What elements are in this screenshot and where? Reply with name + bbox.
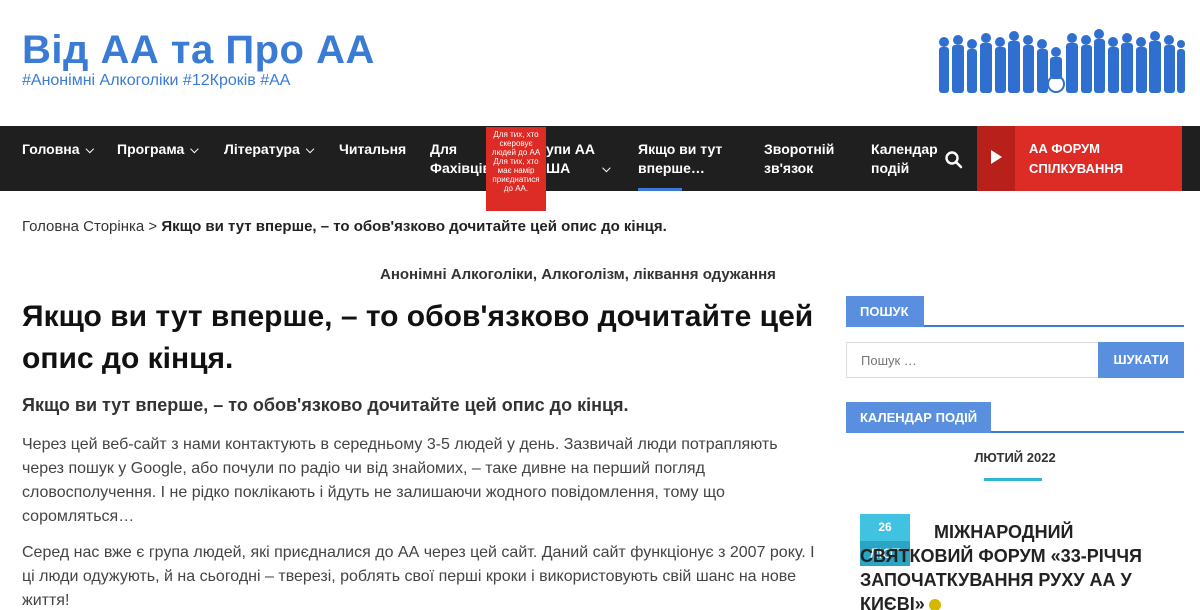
crowd-silhouette-logo xyxy=(939,29,1185,93)
nav-item-professionals[interactable]: Для Фахівців xyxy=(430,126,491,191)
breadcrumb-separator: > xyxy=(144,218,162,235)
nav-item-program[interactable]: Програма ⌵ xyxy=(117,126,199,191)
event-title-link[interactable]: МІЖНАРОДНИЙ СВЯТКОВИЙ ФОРУМ «33-РІЧЧЯ ЗА… xyxy=(860,520,1160,610)
search-widget-heading: ПОШУК xyxy=(846,296,1184,327)
chevron-down-icon: ⌵ xyxy=(190,144,199,156)
calendar-widget-heading: КАЛЕНДАР ПОДІЙ xyxy=(846,402,1184,433)
calendar-month: ЛЮТИЙ 2022 xyxy=(974,450,1056,465)
nav-item-events-calendar[interactable]: Календар подій xyxy=(871,126,938,191)
play-box xyxy=(977,126,1015,191)
article-paragraph: Через цей веб-сайт з нами контактують в … xyxy=(22,436,778,525)
nav-item-aa-groups-usa[interactable]: упи АА ША ⌵ xyxy=(546,126,611,191)
chevron-down-icon: ⌵ xyxy=(602,163,611,175)
site-header: Від АА та Про АА #Анонімні Алкоголіки #1… xyxy=(0,0,1200,126)
event-status-dot xyxy=(928,599,941,610)
chevron-down-icon: ⌵ xyxy=(305,144,315,156)
forum-button-label: АА ФОРУМ СПІЛКУВАННЯ xyxy=(1029,141,1124,176)
nav-tooltip: Для тих, хто скеровує людей до АА Для ти… xyxy=(486,127,546,211)
breadcrumb: Головна Сторінка > Якщо ви тут вперше, –… xyxy=(22,218,667,235)
play-icon xyxy=(991,150,1002,164)
active-underline xyxy=(638,188,682,191)
nav-item-feedback[interactable]: Зворотній зв'язок xyxy=(764,126,834,191)
chevron-down-icon: ⌵ xyxy=(85,144,94,156)
site-title[interactable]: Від АА та Про АА xyxy=(22,28,375,73)
forum-button[interactable]: АА ФОРУМ СПІЛКУВАННЯ xyxy=(977,126,1182,191)
nav-item-home[interactable]: Головна ⌵ xyxy=(22,126,94,191)
month-underline xyxy=(984,478,1042,481)
nav-item-reading-room[interactable]: Читальня xyxy=(339,126,406,191)
search-button[interactable]: ШУКАТИ xyxy=(1098,342,1184,378)
article-subtitle: Якщо ви тут вперше, – то обов'язково доч… xyxy=(22,395,629,415)
nav-item-first-time[interactable]: Якщо ви тут вперше… xyxy=(638,126,722,191)
breadcrumb-home-link[interactable]: Головна Сторінка xyxy=(22,218,144,235)
article-categories[interactable]: Анонімні Алкоголіки, Алкоголізм, лікванн… xyxy=(380,266,776,283)
search-input[interactable] xyxy=(846,342,1098,378)
search-icon[interactable] xyxy=(944,150,964,170)
article-title: Якщо ви тут вперше, – то обов'язково доч… xyxy=(22,300,814,375)
article-paragraph: Серед нас вже є група людей, які приєдна… xyxy=(22,544,815,609)
nav-item-literature[interactable]: Література ⌵ xyxy=(224,126,314,191)
site-tagline: #Анонімні Алкоголіки #12Кроків #АА xyxy=(22,72,291,89)
breadcrumb-current: Якщо ви тут вперше, – то обов'язково доч… xyxy=(161,218,667,235)
